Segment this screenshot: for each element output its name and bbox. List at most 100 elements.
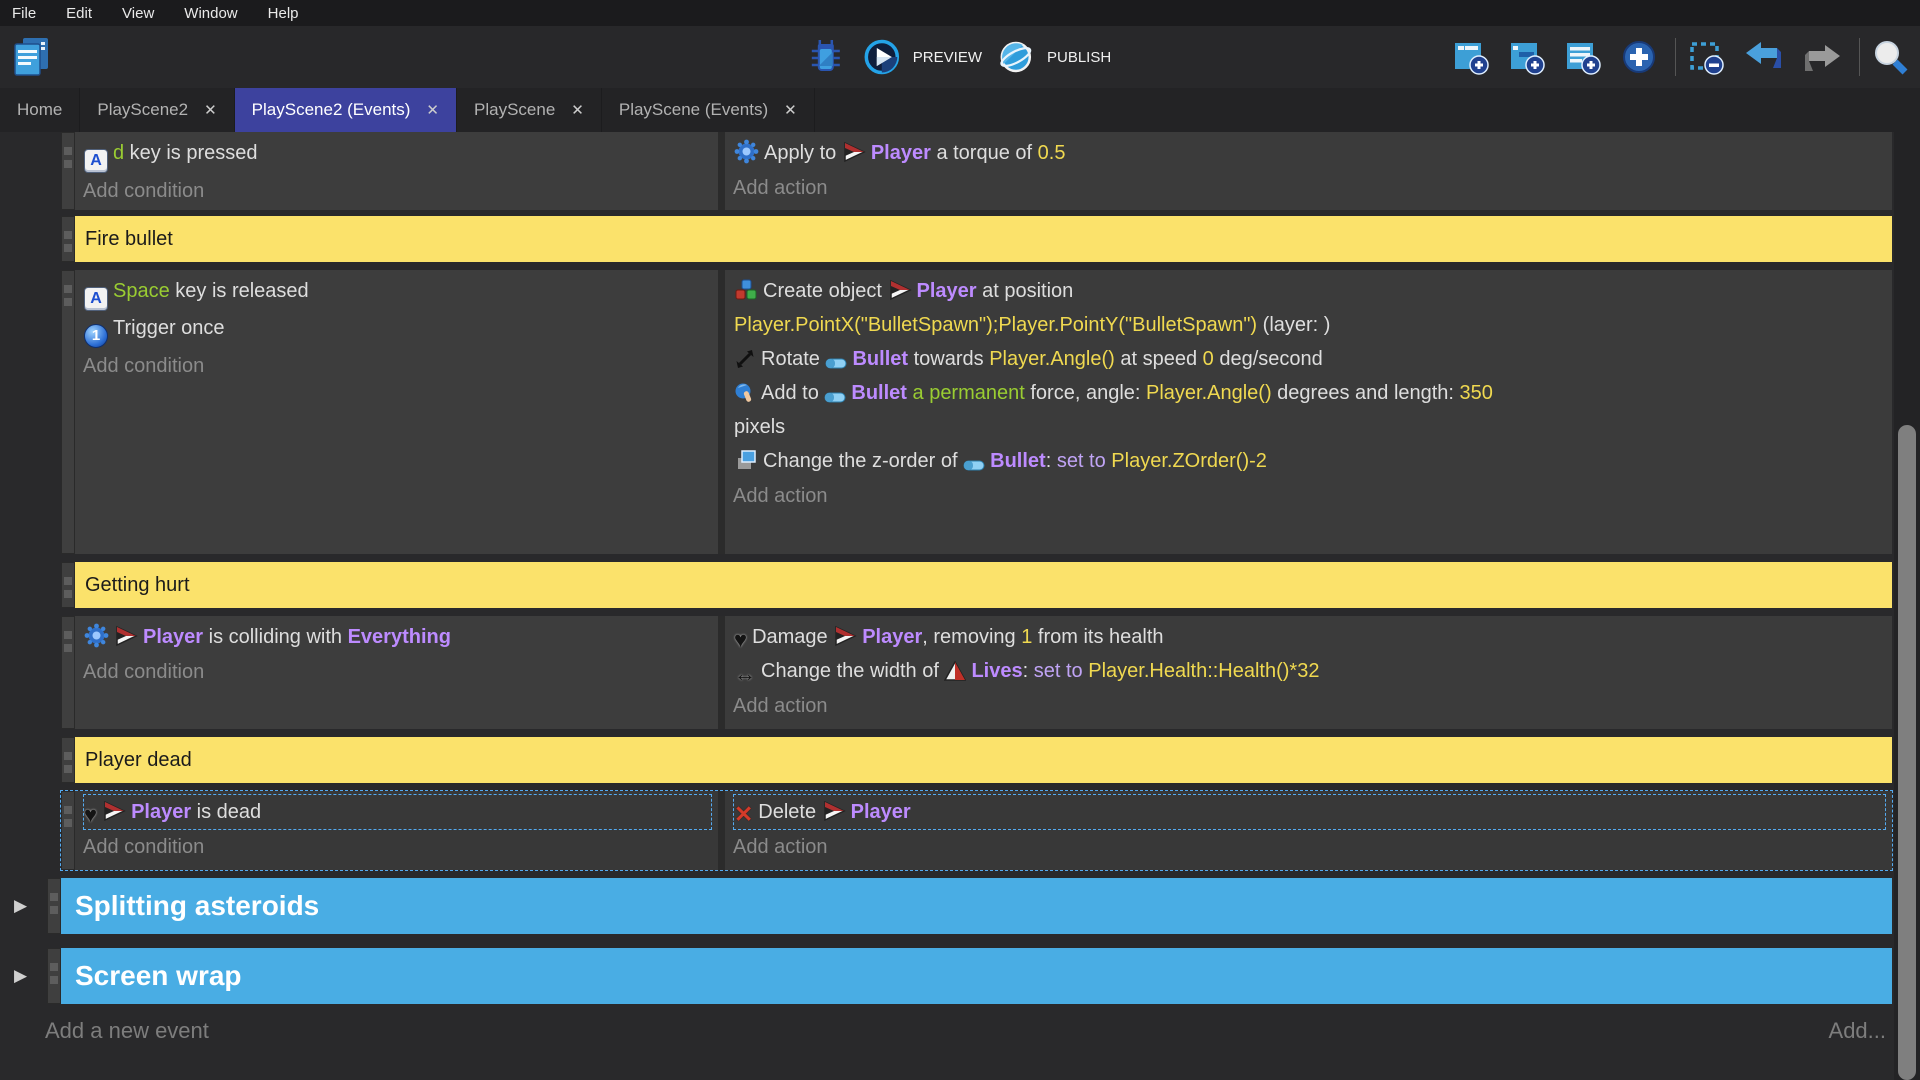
action-text: : — [1046, 450, 1057, 472]
event-drag-handle[interactable] — [61, 737, 75, 783]
action-text: deg/second — [1214, 348, 1323, 370]
action-line[interactable]: ✕Delete Player — [734, 795, 1885, 829]
chevron-right-icon[interactable]: ▶ — [10, 948, 47, 1004]
action-line-continuation[interactable]: Player.PointX("BulletSpawn");Player.Poin… — [734, 308, 1885, 342]
tab-playscene-events[interactable]: PlayScene (Events) ✕ — [602, 88, 815, 132]
condition-line[interactable]: ASpace key is released — [84, 274, 711, 311]
conditions-cell[interactable]: Ad key is pressed Add condition — [75, 132, 718, 210]
health-heart-icon: ♥ — [84, 804, 97, 826]
add-condition-button[interactable]: Add condition — [83, 174, 712, 208]
comment-row[interactable]: Fire bullet — [61, 216, 1892, 262]
event-drag-handle[interactable] — [61, 270, 75, 554]
publish-button[interactable]: PUBLISH — [998, 39, 1111, 75]
tab-label: PlayScene — [474, 100, 555, 120]
conditions-cell[interactable]: Player is colliding with Everything Add … — [75, 616, 718, 729]
parameter-value: 1 — [1021, 626, 1032, 648]
column-divider — [718, 791, 725, 870]
action-text: from its health — [1032, 626, 1163, 648]
action-line[interactable]: Add to Bullet a permanent force, angle: … — [734, 376, 1885, 410]
parameter-value: 0.5 — [1038, 142, 1066, 164]
event-drag-handle[interactable] — [47, 948, 61, 1004]
add-condition-button[interactable]: Add condition — [83, 830, 712, 864]
actions-cell[interactable]: ✕Delete Player Add action — [725, 791, 1892, 870]
conditions-cell[interactable]: ASpace key is released 1Trigger once Add… — [75, 270, 718, 554]
action-text: Change the z-order of — [763, 450, 963, 472]
action-line[interactable]: ↔Change the width of Lives: set to Playe… — [734, 654, 1885, 688]
action-text: pixels — [734, 416, 785, 438]
debugger-icon[interactable] — [809, 39, 843, 75]
tab-playscene2-events[interactable]: PlayScene2 (Events) ✕ — [235, 88, 457, 132]
condition-line[interactable]: Ad key is pressed — [84, 136, 711, 173]
action-line[interactable]: Apply to Player a torque of 0.5 — [734, 136, 1885, 170]
group-banner[interactable]: Screen wrap — [61, 948, 1892, 1004]
actions-cell[interactable]: Apply to Player a torque of 0.5 Add acti… — [725, 132, 1892, 210]
comment-banner[interactable]: Player dead — [75, 737, 1892, 783]
event-drag-handle[interactable] — [61, 216, 75, 262]
add-action-button[interactable]: Add action — [733, 479, 1886, 513]
add-more-button[interactable]: Add... — [1829, 1018, 1886, 1044]
add-subevent-icon[interactable] — [1507, 37, 1547, 77]
menu-edit[interactable]: Edit — [66, 5, 92, 22]
close-icon[interactable]: ✕ — [571, 101, 584, 119]
tab-home[interactable]: Home — [0, 88, 80, 132]
delete-selection-icon[interactable] — [1687, 37, 1727, 77]
action-line[interactable]: Change the z-order of Bullet: set to Pla… — [734, 444, 1885, 478]
event-drag-handle[interactable] — [61, 132, 75, 210]
group-row[interactable]: ▶ Splitting asteroids — [10, 878, 1892, 934]
parameter-expression: Player.ZOrder()-2 — [1111, 450, 1267, 472]
comment-banner[interactable]: Getting hurt — [75, 562, 1892, 608]
add-event-icon[interactable] — [1451, 37, 1491, 77]
condition-line[interactable]: ♥Player is dead — [84, 795, 711, 829]
conditions-cell[interactable]: ♥Player is dead Add condition — [75, 791, 718, 870]
group-banner[interactable]: Splitting asteroids — [61, 878, 1892, 934]
event-drag-handle[interactable] — [61, 791, 75, 870]
action-line[interactable]: Create object Player at position — [734, 274, 1885, 308]
add-circle-icon[interactable] — [1619, 37, 1659, 77]
close-icon[interactable]: ✕ — [204, 101, 217, 119]
redo-icon[interactable] — [1801, 39, 1843, 75]
undo-icon[interactable] — [1743, 39, 1785, 75]
menu-help[interactable]: Help — [268, 5, 299, 22]
event-row[interactable]: Ad key is pressed Add condition Apply to… — [61, 132, 1892, 210]
chevron-right-icon[interactable]: ▶ — [10, 878, 47, 934]
condition-line[interactable]: 1Trigger once — [84, 311, 711, 348]
project-manager-icon[interactable] — [8, 36, 54, 78]
add-action-button[interactable]: Add action — [733, 171, 1886, 205]
preview-button[interactable]: PREVIEW — [864, 39, 982, 75]
action-line-continuation[interactable]: pixels — [734, 410, 1885, 444]
parameter-expression: Player.PointX("BulletSpawn");Player.Poin… — [734, 314, 1257, 336]
event-row[interactable]: ASpace key is released 1Trigger once Add… — [61, 270, 1892, 554]
event-row[interactable]: Player is colliding with Everything Add … — [61, 616, 1892, 729]
comment-row[interactable]: Player dead — [61, 737, 1892, 783]
condition-line[interactable]: Player is colliding with Everything — [84, 620, 711, 654]
event-drag-handle[interactable] — [47, 878, 61, 934]
action-line[interactable]: Rotate Bullet towards Player.Angle() at … — [734, 342, 1885, 376]
group-row[interactable]: ▶ Screen wrap — [10, 948, 1892, 1004]
tab-playscene2[interactable]: PlayScene2 ✕ — [80, 88, 234, 132]
add-condition-button[interactable]: Add condition — [83, 655, 712, 689]
menu-view[interactable]: View — [122, 5, 154, 22]
add-condition-button[interactable]: Add condition — [83, 349, 712, 383]
event-row-selected[interactable]: ♥Player is dead Add condition ✕Delete Pl… — [61, 791, 1892, 870]
comment-row[interactable]: Getting hurt — [61, 562, 1892, 608]
menu-window[interactable]: Window — [184, 5, 237, 22]
vertical-scrollbar[interactable] — [1894, 132, 1920, 1080]
player-object-icon — [888, 278, 912, 302]
add-action-button[interactable]: Add action — [733, 830, 1886, 864]
close-icon[interactable]: ✕ — [426, 101, 439, 119]
event-drag-handle[interactable] — [61, 616, 75, 729]
add-action-button[interactable]: Add action — [733, 689, 1886, 723]
add-comment-icon[interactable] — [1563, 37, 1603, 77]
tab-playscene[interactable]: PlayScene ✕ — [457, 88, 602, 132]
actions-cell[interactable]: ♥Damage Player, removing 1 from its heal… — [725, 616, 1892, 729]
actions-cell[interactable]: Create object Player at position Player.… — [725, 270, 1892, 554]
search-icon[interactable] — [1871, 38, 1909, 76]
scrollbar-thumb[interactable] — [1898, 425, 1916, 1080]
trigger-once-icon: 1 — [84, 324, 108, 348]
action-line[interactable]: ♥Damage Player, removing 1 from its heal… — [734, 620, 1885, 654]
event-drag-handle[interactable] — [61, 562, 75, 608]
add-new-event-button[interactable]: Add a new event — [45, 1018, 209, 1044]
menu-file[interactable]: File — [12, 5, 36, 22]
close-icon[interactable]: ✕ — [784, 101, 797, 119]
comment-banner[interactable]: Fire bullet — [75, 216, 1892, 262]
